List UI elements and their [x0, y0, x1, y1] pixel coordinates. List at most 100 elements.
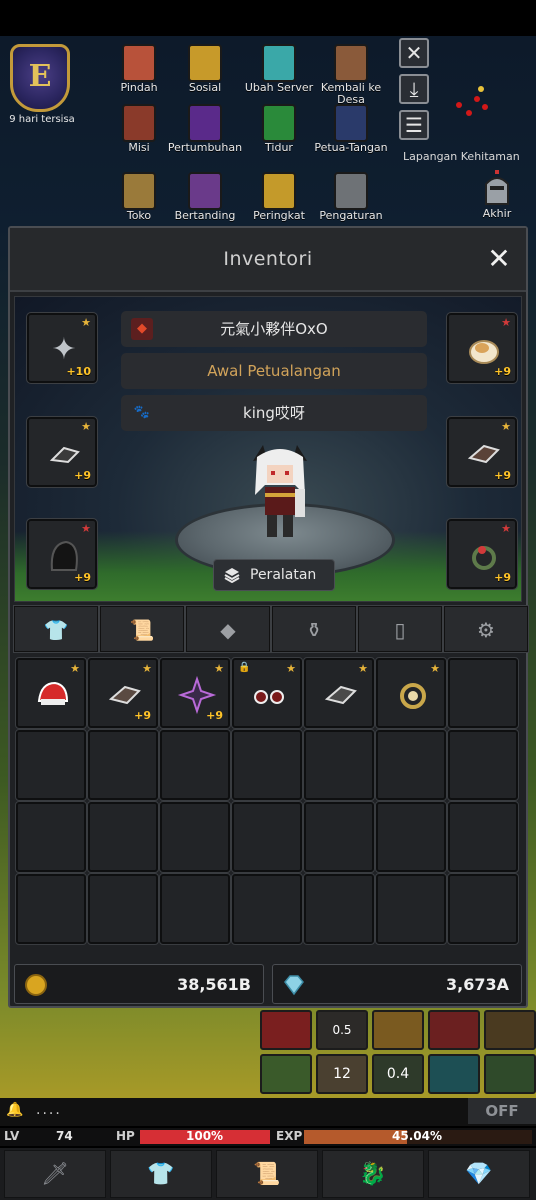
equip-slot-helmet[interactable]: ★ +9: [446, 312, 518, 384]
equipment-button-label: Peralatan: [250, 567, 317, 583]
nav-quest-button[interactable]: 📜: [216, 1150, 318, 1198]
rarity-star-icon: ★: [501, 316, 511, 329]
event-remaining-label: 9 hari tersisa: [9, 114, 75, 125]
tab-armor[interactable]: 👕: [13, 605, 99, 653]
jade-ring-icon: [472, 546, 496, 570]
inventory-cell[interactable]: [87, 873, 159, 945]
inventory-cell[interactable]: [447, 729, 519, 801]
chat-bar[interactable]: 🔔 ....: [0, 1098, 536, 1126]
whetstone-icon: [49, 446, 80, 464]
skill-slot[interactable]: 12: [316, 1054, 368, 1094]
inventory-cell[interactable]: [87, 801, 159, 873]
equip-slot-armor[interactable]: ★ +9: [446, 416, 518, 488]
gear-icon: [334, 172, 368, 210]
gem-amount: 3,673A: [446, 975, 509, 994]
scroll-icon: 📜: [129, 618, 155, 642]
growth-arrow-icon: [188, 104, 222, 142]
inventory-cell[interactable]: [87, 729, 159, 801]
character-sprite: [253, 445, 307, 537]
character-title: Awal Petualangan: [207, 362, 341, 380]
skill-slot[interactable]: [428, 1010, 480, 1050]
equipment-button[interactable]: Peralatan: [213, 559, 335, 591]
tab-scroll[interactable]: 📜: [99, 605, 185, 653]
skill-slot[interactable]: 0.4: [372, 1054, 424, 1094]
inventory-cell[interactable]: [15, 873, 87, 945]
upgrade-level: +9: [494, 469, 511, 482]
menu-item-bertanding[interactable]: Bertanding: [166, 172, 244, 232]
skill-slot[interactable]: [484, 1054, 536, 1094]
exit-button[interactable]: Akhir: [458, 170, 536, 230]
event-badge[interactable]: 9 hari tersisa: [8, 44, 75, 126]
inventory-cell[interactable]: ★: [375, 657, 447, 729]
gold-coin-icon: [25, 974, 47, 996]
skill-slot[interactable]: [428, 1054, 480, 1094]
inventory-cell[interactable]: [159, 801, 231, 873]
inventory-cell[interactable]: ★ +9: [159, 657, 231, 729]
equip-slot-cloak[interactable]: ★ +9: [26, 518, 98, 590]
mail-button[interactable]: ☰: [399, 110, 429, 140]
inventory-cell[interactable]: ★: [303, 657, 375, 729]
skill-slot[interactable]: 0.5: [316, 1010, 368, 1050]
inventory-cell[interactable]: [375, 801, 447, 873]
menu-item-sosial[interactable]: Sosial: [166, 44, 244, 104]
shirt-icon: 👕: [147, 1162, 175, 1187]
menu-item-tidur[interactable]: Tidur: [240, 104, 318, 164]
equip-slot-offhand[interactable]: ★ +9: [26, 416, 98, 488]
tab-card[interactable]: ▯: [357, 605, 443, 653]
inventory-cell[interactable]: [447, 873, 519, 945]
upgrade-level: +9: [206, 709, 223, 722]
inventory-cell[interactable]: [159, 729, 231, 801]
gold-amount: 38,561B: [177, 975, 251, 994]
nav-inventory-button[interactable]: 👕: [110, 1150, 212, 1198]
crest-icon: [188, 172, 222, 210]
menu-item-pengaturan[interactable]: Pengaturan: [312, 172, 390, 232]
equip-slot-ring[interactable]: ★ +9: [446, 518, 518, 590]
inventory-cell[interactable]: ★ +9: [87, 657, 159, 729]
bottom-nav: 🗡 👕 📜 🐉 💎: [0, 1148, 536, 1200]
menu-item-pertumbuhan[interactable]: Pertumbuhan: [166, 104, 244, 164]
nav-weapon-button[interactable]: 🗡: [4, 1150, 106, 1198]
inventory-cell[interactable]: [231, 873, 303, 945]
equip-slot-weapon[interactable]: ✦ ★ +10: [26, 312, 98, 384]
inventory-cell[interactable]: [375, 873, 447, 945]
inventory-cell[interactable]: [447, 801, 519, 873]
fur-hat-icon: [469, 340, 499, 364]
inventory-cell[interactable]: [447, 657, 519, 729]
inventory-cell[interactable]: [303, 729, 375, 801]
layers-icon: [224, 568, 240, 583]
inventory-cell[interactable]: [303, 801, 375, 873]
inventory-cell[interactable]: [303, 873, 375, 945]
inventory-cell[interactable]: [15, 801, 87, 873]
nav-pet-button[interactable]: 🐉: [322, 1150, 424, 1198]
chat-preview: ....: [36, 1102, 62, 1118]
menu-item-peringkat[interactable]: Peringkat: [240, 172, 318, 232]
inventory-cell[interactable]: [15, 729, 87, 801]
inventory-cell[interactable]: [231, 801, 303, 873]
skill-cooldown: 0.5: [332, 1023, 352, 1037]
inventory-close-button[interactable]: ✕: [484, 244, 514, 274]
rarity-star-icon: ★: [501, 522, 511, 535]
inventory-cell[interactable]: [159, 873, 231, 945]
menu-item-petua-tangan[interactable]: Petua-Tangan: [312, 104, 390, 164]
skill-slot[interactable]: [260, 1054, 312, 1094]
tab-settings[interactable]: ⚙: [443, 605, 529, 653]
download-button[interactable]: ⤓: [399, 74, 429, 104]
tab-potion[interactable]: ⚱: [271, 605, 357, 653]
skill-slot[interactable]: [372, 1010, 424, 1050]
nav-shop-button[interactable]: 💎: [428, 1150, 530, 1198]
skill-slot[interactable]: [260, 1010, 312, 1050]
close-menu-button[interactable]: ✕: [399, 38, 429, 68]
minimap[interactable]: [452, 80, 492, 120]
menu-item-label: Petua-Tangan: [314, 141, 388, 154]
menu-item-kembali-ke-desa[interactable]: Kembali ke Desa: [312, 44, 390, 106]
event-shield-icon: [10, 44, 70, 112]
inventory-cell[interactable]: [375, 729, 447, 801]
skill-slot[interactable]: [484, 1010, 536, 1050]
tab-gem[interactable]: ◆: [185, 605, 271, 653]
inventory-cell[interactable]: [231, 729, 303, 801]
chat-toggle-button[interactable]: OFF: [468, 1098, 536, 1124]
inventory-cell[interactable]: ★ 🔒: [231, 657, 303, 729]
character-title-bar[interactable]: Awal Petualangan: [121, 353, 427, 389]
inventory-cell[interactable]: ★: [15, 657, 87, 729]
pet-name-bar[interactable]: 🐾 king哎呀: [121, 395, 427, 431]
